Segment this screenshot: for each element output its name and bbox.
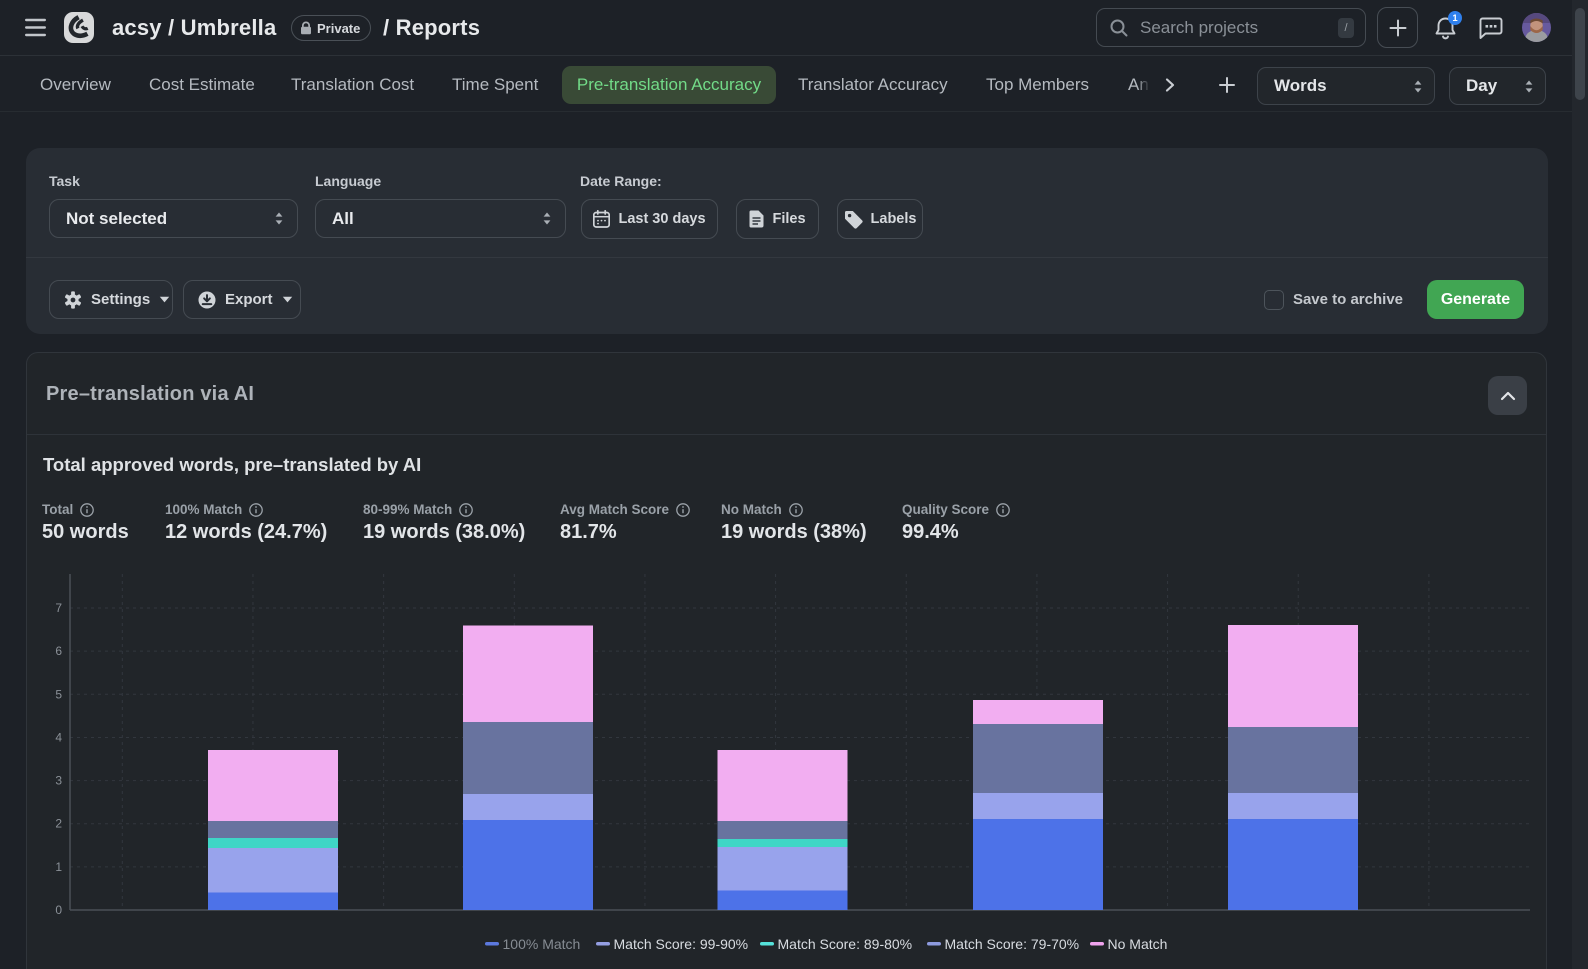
svg-text:6: 6 [55,644,62,658]
svg-text:No Match: No Match [1108,936,1168,952]
svg-text:5: 5 [55,687,62,701]
svg-text:100% Match: 100% Match [503,936,581,952]
svg-text:0: 0 [55,903,62,917]
svg-text:3: 3 [55,774,62,788]
svg-text:Match Score: 89-80%: Match Score: 89-80% [778,936,913,952]
svg-text:7: 7 [55,601,62,615]
svg-text:Match Score: 79-70%: Match Score: 79-70% [945,936,1080,952]
svg-text:4: 4 [55,730,62,744]
svg-text:Match Score: 99-90%: Match Score: 99-90% [614,936,749,952]
svg-text:2: 2 [55,817,62,831]
svg-text:1: 1 [55,860,62,874]
